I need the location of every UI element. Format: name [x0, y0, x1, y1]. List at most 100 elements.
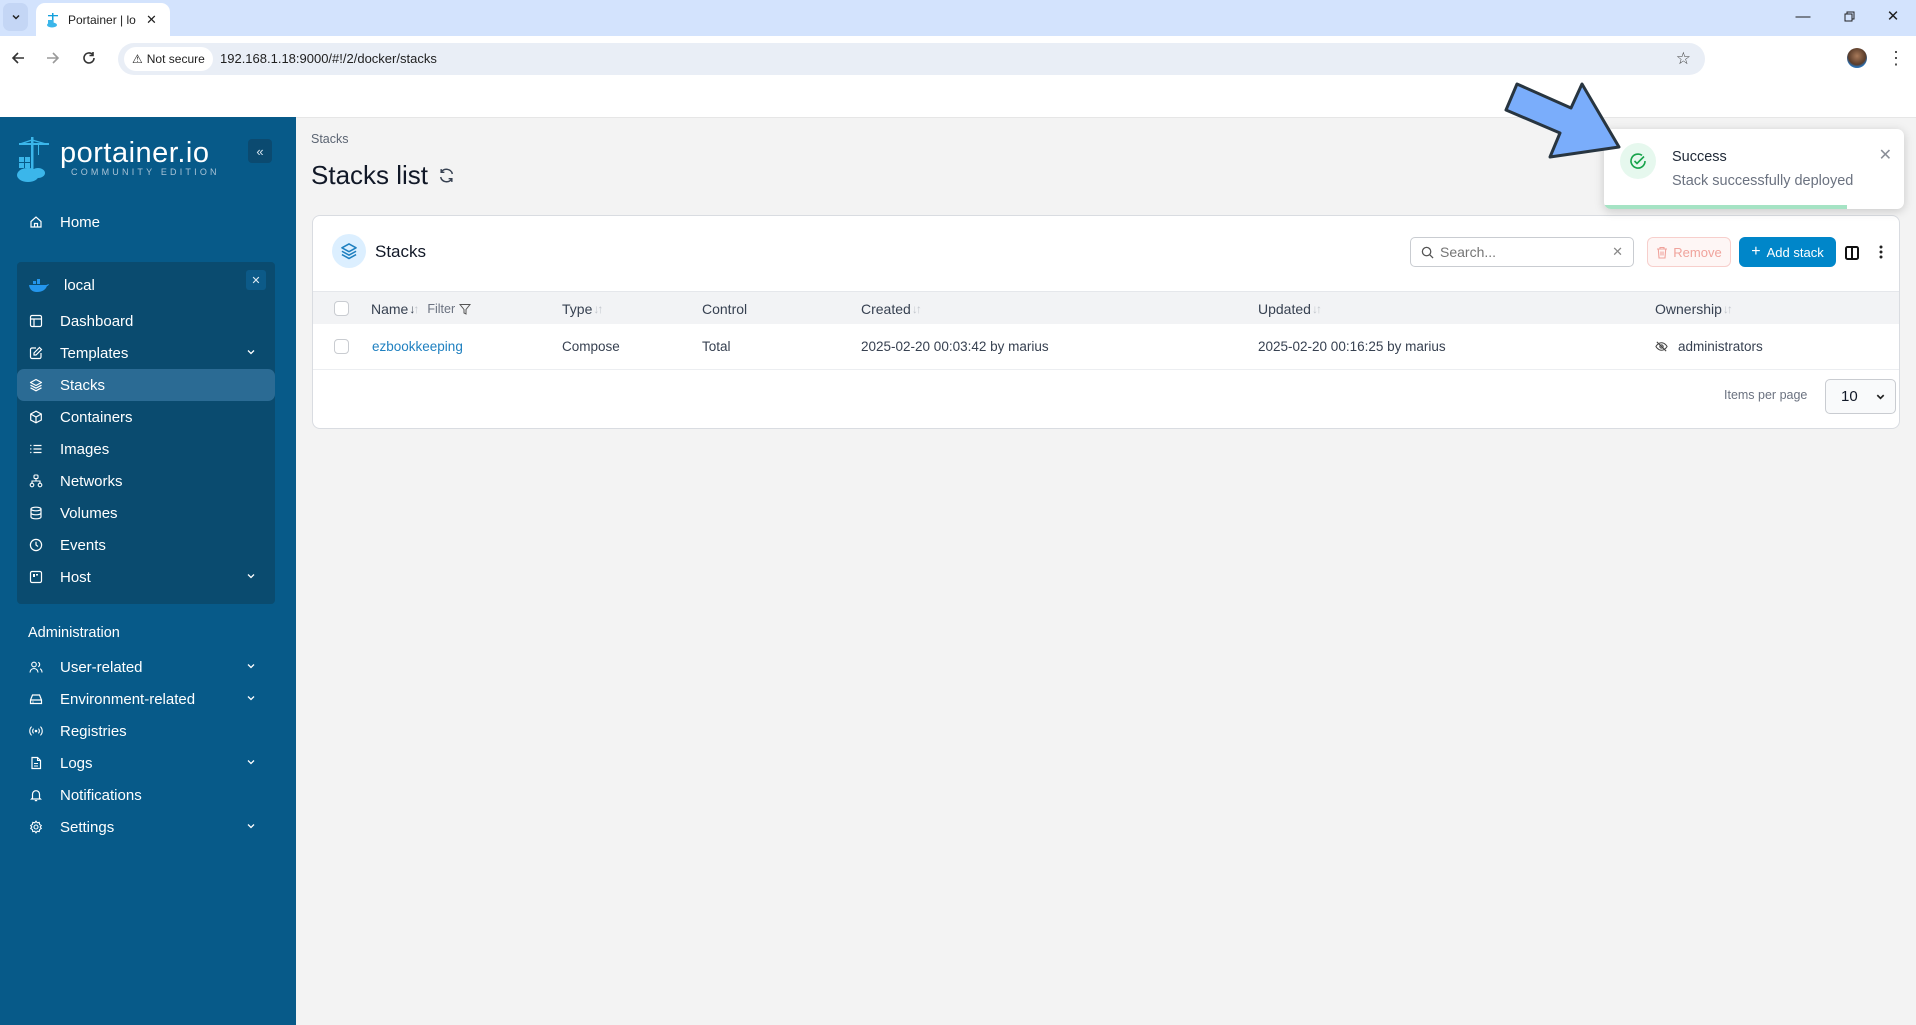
table-header: Name ↓↑ Filter Type ↓↑ Control Created ↓…	[313, 291, 1899, 324]
chevron-down-icon	[1876, 394, 1885, 400]
search-box: ✕	[1410, 237, 1634, 267]
forward-button[interactable]	[41, 46, 65, 70]
sidebar-item-events[interactable]: Events	[17, 529, 275, 561]
back-button[interactable]	[6, 46, 30, 70]
sidebar-item-networks[interactable]: Networks	[17, 465, 275, 497]
sidebar-item-settings[interactable]: Settings	[17, 811, 275, 843]
sidebar-item-label: Containers	[60, 408, 133, 426]
sidebar-item-host[interactable]: Host	[17, 561, 275, 593]
logo-edition: COMMUNITY EDITION	[71, 167, 220, 177]
security-chip[interactable]: ⚠ Not secure	[124, 47, 213, 71]
logo-wordmark: portainer.io	[60, 137, 210, 169]
columns-icon	[1845, 246, 1859, 260]
sidebar-item-label: Registries	[60, 722, 127, 740]
list-icon	[28, 441, 44, 457]
sidebar-item-images[interactable]: Images	[17, 433, 275, 465]
browser-menu-icon[interactable]: ⋮	[1887, 46, 1905, 70]
users-icon	[28, 659, 44, 675]
table-row: ezbookkeeping Compose Total 2025-02-20 0…	[313, 324, 1899, 370]
edit-icon	[28, 345, 44, 361]
trash-icon	[1657, 246, 1668, 259]
box-icon	[28, 409, 44, 425]
remove-button[interactable]: Remove	[1647, 237, 1731, 267]
browser-tab[interactable]: Portainer | lo ✕	[36, 3, 170, 36]
sidebar-item-user-related[interactable]: User-related	[17, 651, 275, 683]
gear-icon	[28, 819, 44, 835]
environment-header[interactable]: local	[28, 277, 95, 294]
database-icon	[28, 505, 44, 521]
portainer-logo[interactable]: portainer.io COMMUNITY EDITION	[16, 137, 220, 183]
stack-name-link[interactable]: ezbookkeeping	[372, 339, 463, 354]
refresh-icon[interactable]	[438, 167, 455, 184]
url-text[interactable]: 192.168.1.18:9000/#!/2/docker/stacks	[220, 51, 437, 66]
column-header-created[interactable]: Created ↓↑	[861, 301, 922, 317]
remove-label: Remove	[1673, 244, 1722, 260]
sidebar-item-containers[interactable]: Containers	[17, 401, 275, 433]
restore-button[interactable]	[1826, 0, 1872, 32]
collapse-sidebar-button[interactable]: «	[248, 139, 272, 163]
reload-button[interactable]	[77, 46, 101, 70]
sidebar-item-dashboard[interactable]: Dashboard	[17, 305, 275, 337]
column-header-ownership[interactable]: Ownership ↓↑	[1655, 301, 1733, 317]
sidebar-item-templates[interactable]: Templates	[17, 337, 275, 369]
browser-tab-strip: Portainer | lo ✕ — ✕	[0, 0, 1916, 36]
sidebar-item-label: Templates	[60, 344, 129, 362]
sidebar-item-label: Home	[60, 213, 101, 231]
filter-button[interactable]: Filter	[427, 302, 472, 316]
sidebar-item-home[interactable]: Home	[17, 206, 275, 238]
sidebar-item-label: Volumes	[60, 504, 118, 522]
profile-avatar[interactable]	[1847, 48, 1867, 68]
layers-icon	[28, 377, 44, 393]
sidebar-item-label: Settings	[60, 818, 115, 836]
select-all-checkbox[interactable]	[334, 301, 349, 316]
sidebar-item-notifications[interactable]: Notifications	[17, 779, 275, 811]
sidebar-item-stacks[interactable]: Stacks	[17, 369, 275, 401]
address-bar[interactable]: ⚠ Not secure 192.168.1.18:9000/#!/2/dock…	[118, 43, 1705, 75]
arrow-left-icon	[11, 52, 24, 64]
items-per-page-value: 10	[1841, 388, 1858, 405]
close-environment-button[interactable]: ✕	[246, 270, 266, 290]
column-label: Created	[861, 301, 911, 317]
chevron-down-icon	[247, 824, 255, 829]
host-icon	[28, 569, 44, 585]
column-header-type[interactable]: Type ↓↑	[562, 301, 603, 317]
add-stack-button[interactable]: + Add stack	[1739, 237, 1836, 267]
sidebar-item-label: Logs	[60, 754, 93, 772]
row-checkbox[interactable]	[334, 339, 349, 354]
sidebar-item-label: Host	[60, 568, 91, 586]
chevron-down-icon	[247, 696, 255, 701]
tab-search-button[interactable]	[3, 3, 28, 31]
minimize-button[interactable]: —	[1780, 0, 1826, 32]
sidebar-item-registries[interactable]: Registries	[17, 715, 275, 747]
chevron-down-icon	[247, 574, 255, 579]
sidebar-item-volumes[interactable]: Volumes	[17, 497, 275, 529]
column-header-updated[interactable]: Updated ↓↑	[1258, 301, 1322, 317]
sort-icon: ↓↑	[1311, 302, 1322, 316]
close-tab-icon[interactable]: ✕	[146, 12, 157, 28]
stack-control: Total	[702, 339, 731, 354]
clear-search-icon[interactable]: ✕	[1612, 244, 1623, 260]
toast-message: Stack successfully deployed	[1672, 173, 1854, 189]
toast-progress-bar	[1604, 205, 1847, 209]
bookmark-star-icon[interactable]: ☆	[1676, 49, 1691, 69]
more-options-button[interactable]	[1878, 244, 1884, 260]
column-label: Ownership	[1655, 301, 1722, 317]
sidebar-item-logs[interactable]: Logs	[17, 747, 275, 779]
arrow-right-icon	[47, 52, 60, 64]
close-window-button[interactable]: ✕	[1870, 0, 1916, 32]
sidebar-item-label: Notifications	[60, 786, 142, 804]
eye-off-icon	[1655, 341, 1668, 352]
sidebar-item-environment-related[interactable]: Environment-related	[17, 683, 275, 715]
chevron-down-icon	[11, 14, 20, 20]
success-toast: Success Stack successfully deployed ✕	[1604, 129, 1904, 209]
file-text-icon	[28, 755, 44, 771]
close-toast-icon[interactable]: ✕	[1879, 145, 1892, 165]
card-title: Stacks	[375, 242, 427, 261]
search-input[interactable]	[1440, 244, 1600, 260]
column-settings-button[interactable]	[1845, 246, 1859, 260]
portainer-crane-icon	[17, 137, 49, 182]
chevron-down-icon	[247, 664, 255, 669]
column-header-name[interactable]: Name ↓↑ Filter	[371, 301, 472, 317]
items-per-page-select[interactable]: 10	[1825, 379, 1896, 414]
hard-drive-icon	[28, 691, 44, 707]
